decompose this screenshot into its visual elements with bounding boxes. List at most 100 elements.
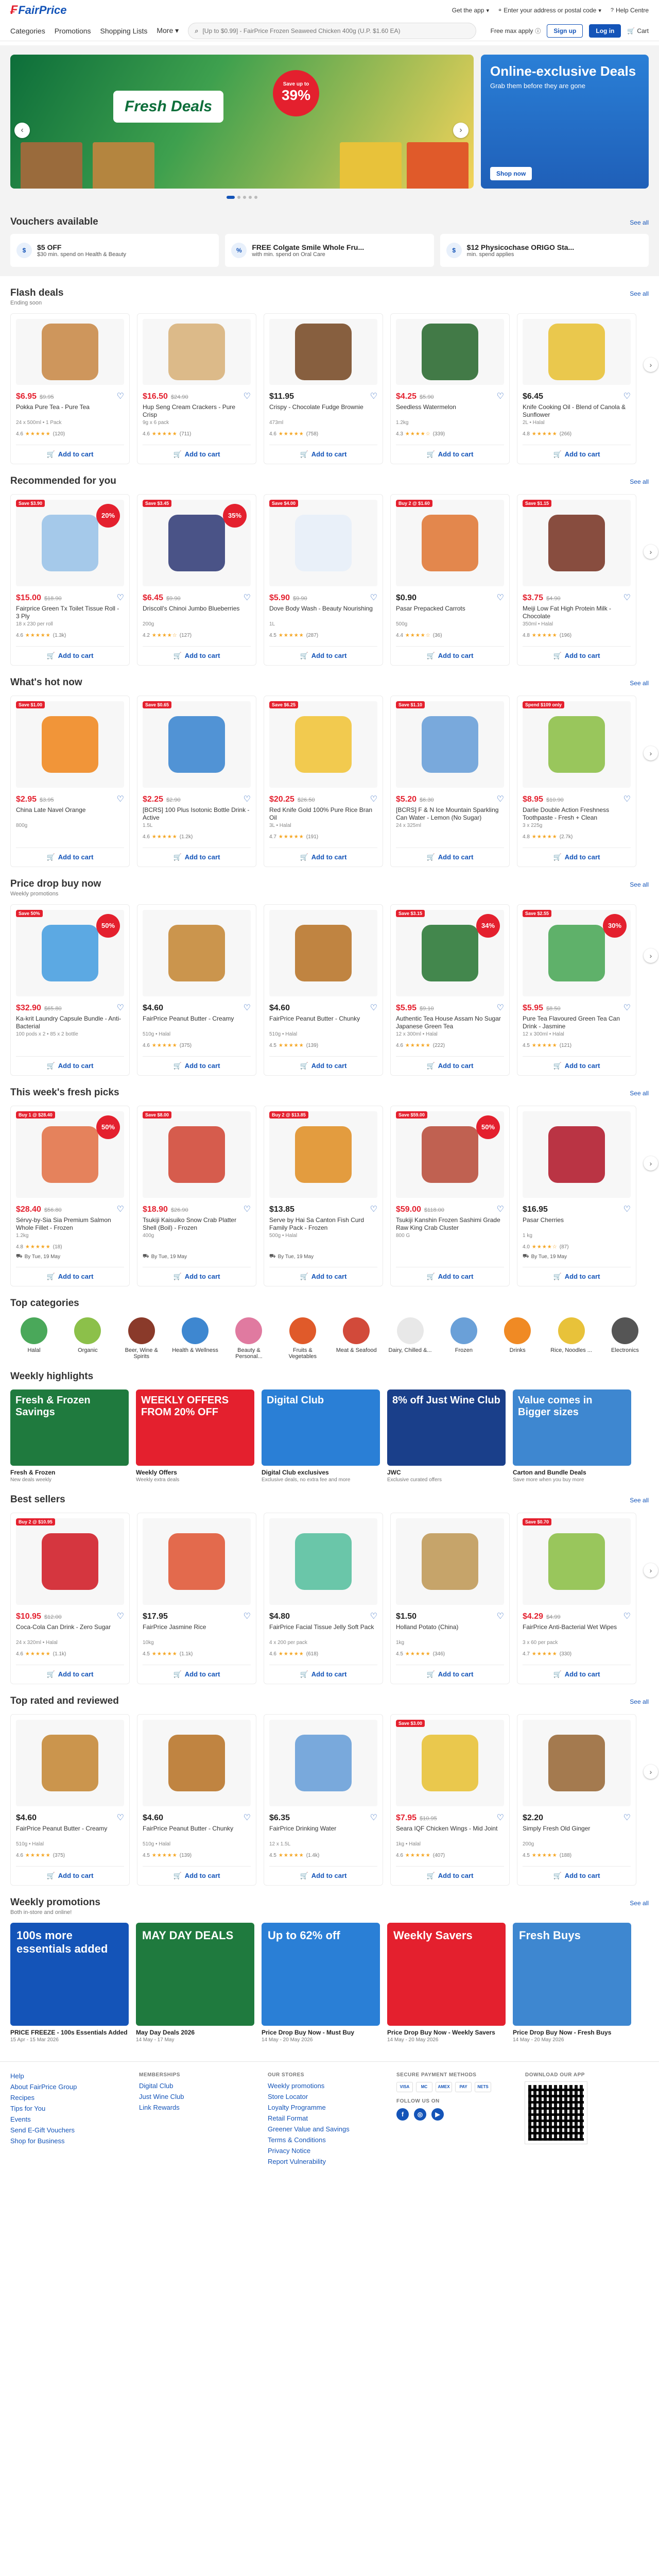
product-card[interactable]: Spend $109 only $8.95 $10.90 ♡ Darlie Double… (517, 696, 636, 867)
product-name[interactable]: China Late Navel Orange (16, 806, 124, 822)
product-name[interactable]: Pure Tea Flavoured Green Tea Can Drink -… (523, 1015, 631, 1030)
product-image[interactable] (269, 1518, 377, 1605)
product-image[interactable]: Save $3.45 35% (143, 500, 251, 586)
see-all-link[interactable]: See all (630, 219, 649, 226)
footer-link[interactable]: Recipes (10, 2094, 118, 2102)
nav-shopping-lists[interactable]: Shopping Lists (100, 27, 148, 35)
wishlist-heart-icon[interactable]: ♡ (623, 592, 631, 603)
product-image[interactable]: Save $1.15 (523, 500, 631, 586)
cart-button[interactable]: 🛒 Cart (627, 27, 649, 35)
add-to-cart-button[interactable]: 🛒 Add to cart (269, 1665, 377, 1679)
footer-link[interactable]: Terms & Conditions (268, 2136, 376, 2144)
carousel-next-button[interactable]: › (644, 1156, 658, 1171)
product-name[interactable]: FairPrice Jasmine Rice (143, 1623, 251, 1639)
category-tile[interactable]: Drinks (494, 1317, 541, 1360)
product-name[interactable]: Hup Seng Cream Crackers - Pure Crisp (143, 403, 251, 419)
footer-link[interactable]: Events (10, 2115, 118, 2123)
category-tile[interactable]: Dairy, Chilled &... (387, 1317, 434, 1360)
product-name[interactable]: FairPrice Drinking Water (269, 1825, 377, 1840)
product-name[interactable]: Meiji Low Fat High Protein Milk - Chocol… (523, 605, 631, 620)
product-card[interactable]: Save $2.55 30% $5.95 $8.50 ♡ Pure Tea Flavour… (517, 904, 636, 1076)
highlight-card[interactable]: 8% off Just Wine Club JWC Exclusive curate… (387, 1389, 506, 1483)
add-to-cart-button[interactable]: 🛒 Add to cart (143, 646, 251, 660)
hero-banner[interactable]: Fresh Deals Save up to 39% (10, 55, 474, 189)
product-card[interactable]: Buy 2 @ $10.95 $10.95 $12.00 ♡ Coca-Cola Can… (10, 1513, 130, 1684)
add-to-cart-button[interactable]: 🛒 Add to cart (16, 848, 124, 861)
add-to-cart-button[interactable]: 🛒 Add to cart (523, 1056, 631, 1070)
product-name[interactable]: Holland Potato (China) (396, 1623, 504, 1639)
product-image[interactable] (396, 319, 504, 385)
add-to-cart-button[interactable]: 🛒 Add to cart (396, 1056, 504, 1070)
product-image[interactable]: Save $3.90 20% (16, 500, 124, 586)
footer-link[interactable]: Greener Value and Savings (268, 2125, 376, 2133)
product-card[interactable]: $6.95 $9.95 ♡ Pokka Pure Tea - Pure Tea 24 x… (10, 313, 130, 464)
product-card[interactable]: Buy 2 @ $1.60 $0.90 ♡ Pasar Prepacked Carro… (390, 494, 510, 666)
wishlist-heart-icon[interactable]: ♡ (623, 1812, 631, 1823)
category-tile[interactable]: Meat & Seafood (333, 1317, 380, 1360)
category-tile[interactable]: Halal (10, 1317, 58, 1360)
add-to-cart-button[interactable]: 🛒 Add to cart (16, 1665, 124, 1679)
address-selector[interactable]: ⌖ Enter your address or postal code ▾ (498, 7, 601, 14)
product-card[interactable]: $4.60 ♡ FairPrice Peanut Butter - Chunky 51… (137, 1714, 256, 1886)
wishlist-heart-icon[interactable]: ♡ (244, 794, 251, 804)
wishlist-heart-icon[interactable]: ♡ (244, 1204, 251, 1214)
wishlist-heart-icon[interactable]: ♡ (244, 592, 251, 603)
wishlist-heart-icon[interactable]: ♡ (623, 1003, 631, 1013)
highlight-card[interactable]: Value comes in Bigger sizes Carton and Bu… (513, 1389, 631, 1483)
footer-link[interactable]: Store Locator (268, 2093, 376, 2100)
add-to-cart-button[interactable]: 🛒 Add to cart (269, 848, 377, 861)
product-card[interactable]: Save $6.25 $20.25 $26.50 ♡ Red Knife Gold 10… (264, 696, 383, 867)
product-name[interactable]: Darlie Double Action Freshness Toothpast… (523, 806, 631, 822)
add-to-cart-button[interactable]: 🛒 Add to cart (523, 1866, 631, 1880)
product-card[interactable]: Save $0.70 $4.29 $4.99 ♡ FairPrice Anti-Bact… (517, 1513, 636, 1684)
product-image[interactable]: Save $59.00 50% (396, 1111, 504, 1198)
product-name[interactable]: FairPrice Facial Tissue Jelly Soft Pack (269, 1623, 377, 1639)
category-tile[interactable]: Health & Wellness (171, 1317, 219, 1360)
product-image[interactable]: Save $3.15 34% (396, 910, 504, 996)
wishlist-heart-icon[interactable]: ♡ (497, 1204, 504, 1214)
see-all-link[interactable]: See all (630, 478, 649, 485)
carousel-next-button[interactable]: › (644, 358, 658, 372)
product-image[interactable] (523, 1111, 631, 1198)
product-card[interactable]: $16.95 ♡ Pasar Cherries 1 kg 4.0 ★★★★☆ (87) ⛟ By… (517, 1106, 636, 1286)
product-image[interactable]: Save $0.70 (523, 1518, 631, 1605)
footer-link[interactable]: Report Vulnerability (268, 2158, 376, 2165)
carousel-next-button[interactable]: › (644, 1765, 658, 1779)
add-to-cart-button[interactable]: 🛒 Add to cart (523, 848, 631, 861)
product-name[interactable]: Pokka Pure Tea - Pure Tea (16, 403, 124, 419)
product-card[interactable]: $4.60 ♡ FairPrice Peanut Butter - Creamy 51… (137, 904, 256, 1076)
product-card[interactable]: $4.80 ♡ FairPrice Facial Tissue Jelly Soft… (264, 1513, 383, 1684)
instagram-icon[interactable]: ◎ (414, 2108, 426, 2121)
add-to-cart-button[interactable]: 🛒 Add to cart (16, 646, 124, 660)
product-image[interactable]: Buy 2 @ $13.85 (269, 1111, 377, 1198)
add-to-cart-button[interactable]: 🛒 Add to cart (523, 445, 631, 459)
product-card[interactable]: Buy 1 @ $28.40 50% $28.40 $56.80 ♡ Sérvy-by-S… (10, 1106, 130, 1286)
highlight-card[interactable]: Digital Club Digital Club exclusives Exclu… (262, 1389, 380, 1483)
product-image[interactable] (16, 1720, 124, 1806)
nav-categories[interactable]: Categories (10, 27, 45, 35)
product-image[interactable] (16, 319, 124, 385)
product-name[interactable]: Crispy - Chocolate Fudge Brownie (269, 403, 377, 419)
wishlist-heart-icon[interactable]: ♡ (623, 794, 631, 804)
footer-link[interactable]: Loyalty Programme (268, 2104, 376, 2111)
product-image[interactable] (269, 910, 377, 996)
side-banner-cta[interactable]: Shop now (490, 167, 532, 180)
wishlist-heart-icon[interactable]: ♡ (117, 391, 124, 401)
see-all-link[interactable]: See all (630, 290, 649, 297)
add-to-cart-button[interactable]: 🛒 Add to cart (523, 1267, 631, 1281)
product-image[interactable]: Save $1.00 (16, 701, 124, 788)
voucher-card[interactable]: % FREE Colgate Smile Whole Fru... with min… (225, 234, 434, 267)
footer-link[interactable]: Link Rewards (139, 2104, 247, 2111)
add-to-cart-button[interactable]: 🛒 Add to cart (396, 646, 504, 660)
log-in-button[interactable]: Log in (589, 24, 621, 38)
product-card[interactable]: Save $3.90 20% $15.00 $18.90 ♡ Fairprice Gree… (10, 494, 130, 666)
voucher-card[interactable]: $ $5 OFF $30 min. spend on Health & Beauty (10, 234, 219, 267)
footer-link[interactable]: Shop for Business (10, 2137, 118, 2145)
see-all-link[interactable]: See all (630, 1090, 649, 1097)
see-all-link[interactable]: See all (630, 1497, 649, 1504)
add-to-cart-button[interactable]: 🛒 Add to cart (16, 1056, 124, 1070)
wishlist-heart-icon[interactable]: ♡ (497, 1812, 504, 1823)
product-name[interactable]: FairPrice Peanut Butter - Creamy (16, 1825, 124, 1840)
see-all-link[interactable]: See all (630, 1900, 649, 1907)
wishlist-heart-icon[interactable]: ♡ (623, 1204, 631, 1214)
